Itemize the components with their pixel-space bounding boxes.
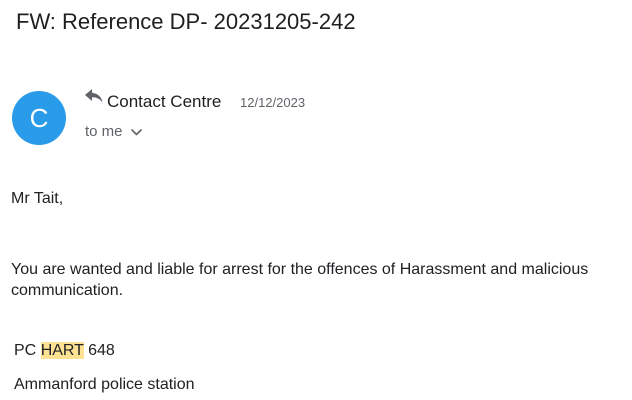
recipient-details-toggle[interactable]: to me (85, 121, 142, 143)
avatar-letter: C (29, 103, 49, 133)
officer-number: 648 (88, 342, 115, 359)
sent-date: 12/12/2023 (240, 95, 306, 110)
officer-name-highlight: HART (40, 342, 84, 359)
chevron-down-icon (130, 128, 142, 135)
recipient-label: to me (85, 123, 123, 140)
sender-avatar[interactable]: C (12, 91, 66, 145)
email-message: You are wanted and liable for arrest for… (11, 261, 589, 299)
sender-name[interactable]: Contact Centre (107, 91, 221, 113)
signature-station: Ammanford police station (14, 376, 195, 393)
officer-prefix: PC (14, 342, 37, 359)
email-greeting: Mr Tait, (11, 190, 64, 207)
email-subject: FW: Reference DP- 20231205-242 (16, 9, 356, 34)
email-view: FW: Reference DP- 20231205-242 C Contact… (0, 0, 632, 400)
reply-icon (85, 89, 103, 103)
signature-officer: PC HART 648 (14, 340, 115, 361)
